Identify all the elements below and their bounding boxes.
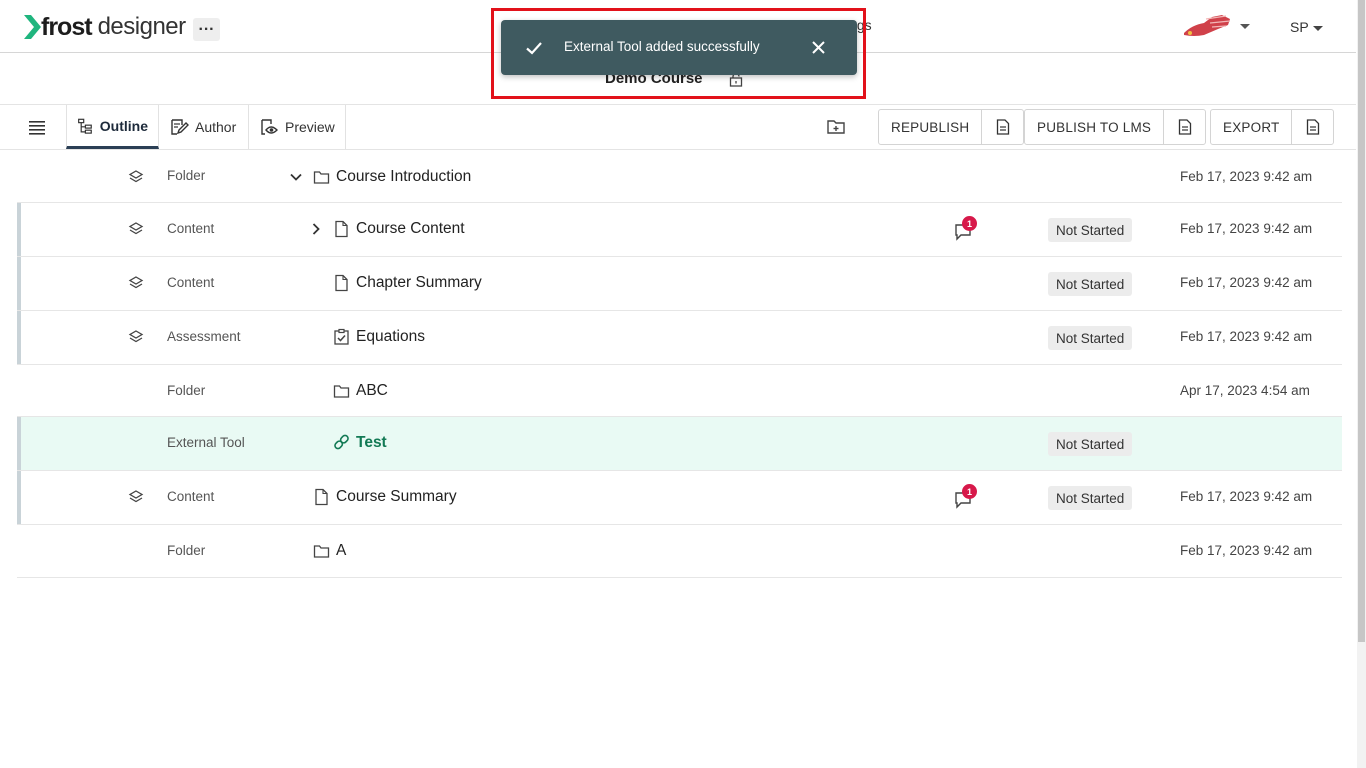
more-options-button[interactable]: ··· [193, 18, 220, 41]
document-icon [1178, 119, 1191, 135]
comment-count-badge: 1 [962, 216, 977, 231]
republish-button-group: REPUBLISH [878, 109, 1025, 145]
toast-message: External Tool added successfully [564, 39, 760, 54]
row-date: Feb 17, 2023 9:42 am [1180, 275, 1313, 290]
add-folder-icon[interactable] [826, 118, 846, 136]
row-type: Content [167, 221, 215, 236]
outline-row[interactable]: Folder Course Introduction Feb 17, 2023 … [17, 150, 1342, 203]
outline-list: Folder Course Introduction Feb 17, 2023 … [17, 150, 1342, 578]
row-name[interactable]: Course Summary [336, 488, 457, 506]
layers-icon[interactable] [128, 169, 144, 185]
outline-tree-icon [78, 118, 92, 134]
user-dropdown-caret-icon[interactable] [1313, 26, 1323, 31]
preview-eye-icon [261, 119, 278, 135]
checkbox-clipboard-icon [334, 328, 349, 345]
row-type: External Tool [167, 435, 245, 450]
outline-row[interactable]: Folder A Feb 17, 2023 9:42 am [17, 525, 1342, 578]
tab-outline[interactable]: Outline [66, 105, 159, 149]
document-icon [335, 220, 348, 238]
status-badge: Not Started [1048, 272, 1133, 296]
scrollbar-thumb[interactable] [1358, 0, 1365, 642]
row-name[interactable]: Equations [356, 328, 425, 346]
frost-designer-logo[interactable]: frost designer [22, 12, 186, 42]
layers-icon[interactable] [128, 489, 144, 505]
logo-chevron-icon [24, 15, 41, 39]
status-badge: Not Started [1048, 218, 1133, 242]
row-date: Feb 17, 2023 9:42 am [1180, 169, 1313, 184]
document-icon [1306, 119, 1320, 135]
row-type: Content [167, 275, 215, 290]
outline-toolbar: Outline Author Preview REPUBLISH PUBLISH… [0, 105, 1356, 150]
hamburger-menu-icon[interactable] [28, 118, 46, 136]
publish-lms-button-group: PUBLISH TO LMS [1024, 109, 1207, 145]
row-name[interactable]: Course Introduction [336, 168, 471, 186]
republish-button[interactable]: REPUBLISH [879, 110, 981, 144]
tab-outline-label: Outline [99, 117, 148, 134]
outline-row-selected[interactable]: External Tool Test Not Started [17, 417, 1342, 471]
layers-icon[interactable] [128, 275, 144, 291]
row-type: Folder [167, 168, 206, 183]
export-log-button[interactable] [1291, 110, 1333, 144]
layers-icon[interactable] [128, 329, 144, 345]
logo-text-designer: designer [97, 13, 187, 40]
row-date: Feb 17, 2023 9:42 am [1180, 329, 1313, 344]
comment-count-badge: 1 [962, 484, 977, 499]
row-name[interactable]: Test [356, 434, 387, 452]
comments-button[interactable]: 1 [954, 216, 978, 243]
tab-preview[interactable]: Preview [249, 105, 346, 149]
success-toast: External Tool added successfully [501, 20, 857, 75]
checkmark-icon [526, 42, 542, 55]
avatar-dropdown-caret-icon[interactable] [1240, 24, 1250, 29]
row-date: Feb 17, 2023 9:42 am [1180, 543, 1313, 558]
republish-log-button[interactable] [981, 110, 1023, 144]
comments-button[interactable]: 1 [954, 484, 978, 511]
export-button-group: EXPORT [1210, 109, 1335, 145]
row-type: Assessment [167, 329, 241, 344]
row-date: Feb 17, 2023 9:42 am [1180, 489, 1313, 504]
document-icon [315, 488, 328, 506]
status-badge: Not Started [1048, 486, 1133, 510]
document-icon [335, 274, 348, 292]
user-menu[interactable]: SP [1290, 19, 1309, 35]
row-type: Folder [167, 383, 206, 398]
outline-row[interactable]: Content Chapter Summary Not Started Feb … [17, 257, 1342, 311]
row-name[interactable]: Chapter Summary [356, 274, 482, 292]
status-badge: Not Started [1048, 326, 1133, 350]
organization-avatar[interactable] [1182, 13, 1234, 39]
layers-icon[interactable] [128, 221, 144, 237]
row-name[interactable]: ABC [356, 382, 388, 400]
document-icon [996, 119, 1009, 135]
row-name[interactable]: Course Content [356, 220, 465, 238]
row-date: Apr 17, 2023 4:54 am [1180, 383, 1310, 398]
author-edit-icon [171, 119, 189, 135]
publish-lms-log-button[interactable] [1163, 110, 1205, 144]
outline-row[interactable]: Assessment Equations Not Started Feb 17,… [17, 311, 1342, 365]
tab-author-label: Author [195, 119, 237, 135]
page-scrollbar[interactable] [1357, 0, 1366, 768]
status-badge: Not Started [1048, 432, 1133, 456]
logo-text-frost: frost [41, 12, 93, 41]
close-icon[interactable] [810, 39, 827, 56]
link-icon [334, 434, 349, 450]
folder-icon [333, 385, 350, 398]
row-type: Folder [167, 543, 206, 558]
folder-icon [313, 545, 330, 558]
chevron-down-icon[interactable] [289, 170, 303, 184]
publish-to-lms-button[interactable]: PUBLISH TO LMS [1025, 110, 1163, 144]
tab-author[interactable]: Author [159, 105, 249, 149]
row-date: Feb 17, 2023 9:42 am [1180, 221, 1313, 236]
row-name[interactable]: A [336, 542, 346, 560]
row-type: Content [167, 489, 215, 504]
export-button[interactable]: EXPORT [1211, 110, 1291, 144]
outline-row[interactable]: Content Course Content 1 Not Started Feb… [17, 203, 1342, 257]
outline-row[interactable]: Content Course Summary 1 Not Started Feb… [17, 471, 1342, 525]
outline-row[interactable]: Folder ABC Apr 17, 2023 4:54 am [17, 365, 1342, 417]
chevron-right-icon[interactable] [309, 222, 323, 236]
folder-icon [313, 171, 330, 184]
tab-preview-label: Preview [285, 119, 335, 135]
